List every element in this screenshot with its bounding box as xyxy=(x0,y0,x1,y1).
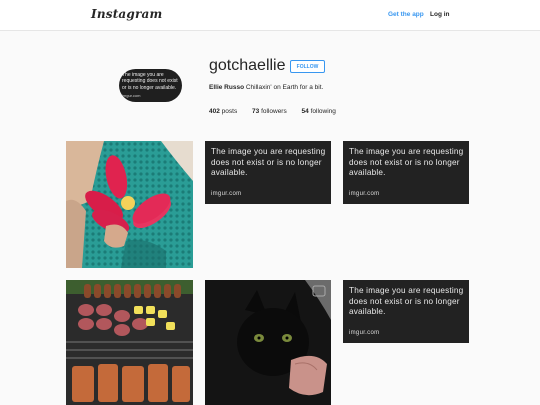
stat-followers-label: followers xyxy=(261,108,287,115)
missing-image-message: The image you are requesting does not ex… xyxy=(211,147,326,177)
profile-bio-text: Chillaxin' on Earth for a bit. xyxy=(245,84,324,91)
profile-full-name: Ellie Russo xyxy=(209,84,245,91)
avatar-imgur-label: imgur.com xyxy=(122,93,141,98)
barbecue-photo-image xyxy=(66,280,193,405)
profile-username: gotchaellie xyxy=(209,57,286,74)
stat-followers[interactable]: 73 followers xyxy=(252,108,287,115)
login-link[interactable]: Log in xyxy=(430,11,450,18)
flower-photo-image xyxy=(66,141,193,268)
kitten-photo-image xyxy=(205,280,331,405)
post-barbecue-photo[interactable] xyxy=(66,280,193,405)
stat-following-label: following xyxy=(310,108,336,115)
post-flower-photo[interactable] xyxy=(66,141,193,268)
missing-image-imgur-label: imgur.com xyxy=(211,191,242,197)
post-missing-image-3[interactable]: The image you are requesting does not ex… xyxy=(343,280,469,343)
avatar-missing-message: The image you are requesting does not ex… xyxy=(122,72,178,91)
stat-following-count: 54 xyxy=(301,108,309,115)
avatar: The image you are requesting does not ex… xyxy=(119,69,182,102)
post-missing-image-1[interactable]: The image you are requesting does not ex… xyxy=(205,141,331,204)
stat-followers-count: 73 xyxy=(252,108,260,115)
missing-image-imgur-label: imgur.com xyxy=(349,330,380,336)
stat-following[interactable]: 54 following xyxy=(302,108,336,115)
top-navigation-bar: Instagram Get the app Log in xyxy=(0,0,540,31)
profile-stats: 402 posts 73 followers 54 following xyxy=(209,108,349,115)
stat-posts: 402 posts xyxy=(209,108,237,115)
missing-image-message: The image you are requesting does not ex… xyxy=(349,147,464,177)
stat-posts-label: posts xyxy=(221,108,238,115)
missing-image-message: The image you are requesting does not ex… xyxy=(349,286,464,316)
profile-bio: Ellie Russo Chillaxin' on Earth for a bi… xyxy=(209,84,323,91)
get-the-app-link[interactable]: Get the app xyxy=(388,11,424,18)
stat-posts-count: 402 xyxy=(209,108,220,115)
post-missing-image-2[interactable]: The image you are requesting does not ex… xyxy=(343,141,469,204)
post-kitten-photo[interactable] xyxy=(205,280,331,405)
missing-image-imgur-label: imgur.com xyxy=(349,191,380,197)
follow-button[interactable]: FOLLOW xyxy=(290,60,325,73)
instagram-logo[interactable]: Instagram xyxy=(91,7,162,21)
